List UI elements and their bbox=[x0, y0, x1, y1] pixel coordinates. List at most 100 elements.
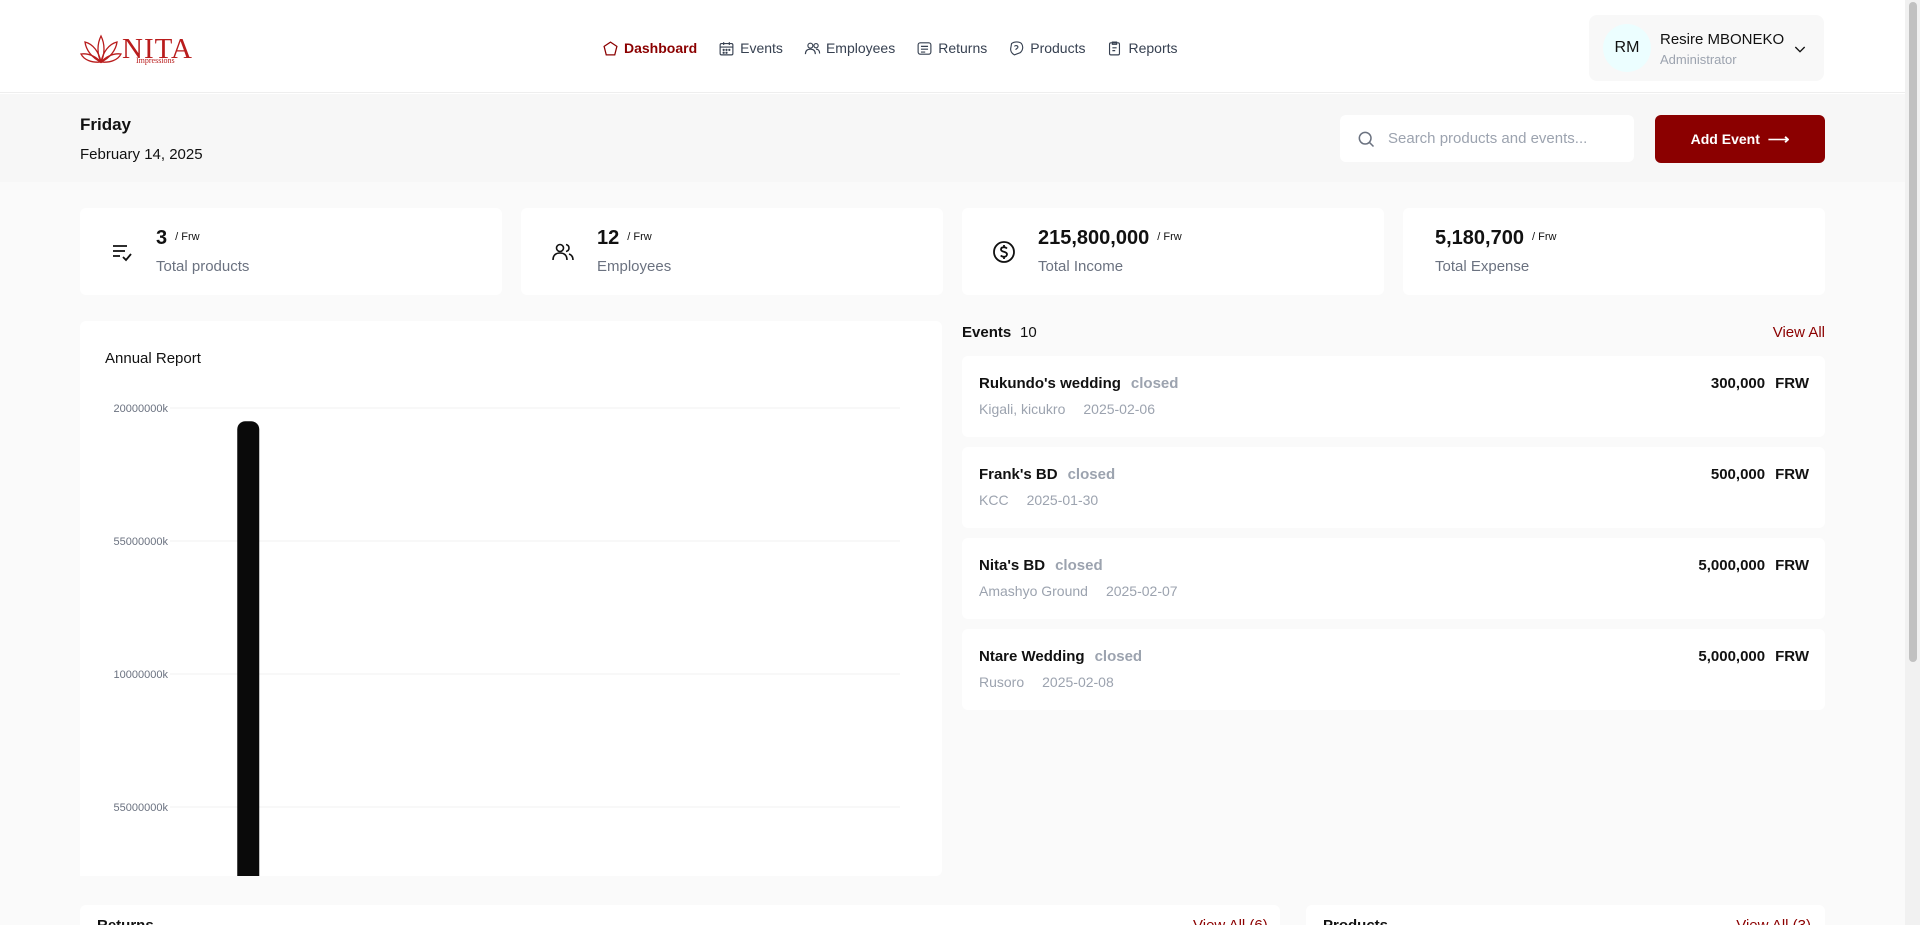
returns-icon bbox=[917, 41, 932, 55]
search-icon bbox=[1358, 131, 1375, 147]
event-date: 2025-02-08 bbox=[1042, 674, 1114, 690]
current-date: February 14, 2025 bbox=[80, 146, 203, 163]
products-card: Products View All (3) bbox=[1306, 905, 1825, 925]
event-name-row: Ntare Wedding closed bbox=[979, 648, 1142, 665]
stat-value: 3/ Frw bbox=[156, 227, 200, 249]
event-amount: 300,000 FRW bbox=[1710, 375, 1809, 392]
event-status: closed bbox=[1067, 466, 1116, 483]
users-icon bbox=[804, 42, 821, 54]
event-name-row: Frank's BD closed bbox=[979, 466, 1115, 483]
stat-value: 215,800,000/ Frw bbox=[1038, 227, 1182, 249]
event-meta: Amashyo Ground 2025-02-07 bbox=[979, 583, 1178, 599]
current-day: Friday bbox=[80, 115, 132, 134]
y-tick-label: 55000000k bbox=[114, 802, 169, 814]
stat-label: Total Income bbox=[1038, 258, 1124, 275]
event-location: Rusoro bbox=[979, 674, 1025, 690]
products-title: Products bbox=[1323, 917, 1388, 925]
add-event-label: Add Event bbox=[1690, 131, 1760, 147]
nav-item-label: Reports bbox=[1128, 40, 1178, 56]
reports-icon bbox=[1109, 41, 1121, 55]
products-view-all-link[interactable]: View All (3) bbox=[1736, 917, 1811, 925]
events-view-all-link[interactable]: View All bbox=[1773, 324, 1825, 341]
y-label-clip bbox=[80, 381, 104, 876]
stat-card-income: 215,800,000/ Frw Total Income bbox=[962, 208, 1384, 295]
stat-value: 12/ Frw bbox=[597, 227, 652, 249]
nav-item-label: Returns bbox=[938, 40, 988, 56]
stat-label: Total Expense bbox=[1435, 258, 1530, 275]
event-meta: Kigali, kicukro 2025-02-06 bbox=[979, 401, 1155, 417]
events-title: Events bbox=[962, 324, 1012, 341]
search-input[interactable] bbox=[1388, 130, 1618, 147]
event-date: 2025-02-07 bbox=[1105, 583, 1178, 599]
events-header: Events 10 View All bbox=[962, 324, 1825, 348]
user-name: Resire MBONEKO bbox=[1660, 31, 1785, 48]
brand-logo[interactable]: NITA Impressions bbox=[80, 29, 200, 69]
event-location: Kigali, kicukro bbox=[979, 401, 1066, 417]
calendar-icon bbox=[719, 41, 734, 55]
event-item[interactable]: Rukundo's wedding closed Kigali, kicukro 2… bbox=[962, 356, 1825, 437]
nav-item-label: Dashboard bbox=[624, 40, 698, 56]
search-box bbox=[1340, 115, 1634, 162]
nav-item-employees[interactable]: Employees bbox=[804, 40, 895, 57]
stat-label: Total products bbox=[156, 258, 250, 275]
event-name: Frank's BD bbox=[979, 466, 1058, 483]
y-tick-label: 10000000k bbox=[114, 669, 169, 681]
returns-card-header: View All (6) bbox=[80, 905, 1280, 925]
page-header: Friday February 14, 2025 Add Event ⟶ bbox=[0, 94, 1905, 182]
stat-card-employees: 12/ Frw Employees bbox=[521, 208, 943, 295]
nav-item-label: Products bbox=[1030, 40, 1086, 56]
event-status: closed bbox=[1130, 375, 1179, 392]
nav-item-label: Employees bbox=[825, 40, 896, 56]
stat-card-products: 3/ Frw Total products bbox=[80, 208, 502, 295]
stat-card-expense: 5,180,700/ Frw Total Expense bbox=[1403, 208, 1825, 295]
event-name-row: Nita's BD closed bbox=[979, 557, 1103, 574]
event-name: Rukundo's wedding bbox=[979, 375, 1121, 392]
users-icon bbox=[552, 243, 574, 261]
stat-value: 5,180,700/ Frw bbox=[1435, 227, 1557, 249]
lotus-icon bbox=[80, 34, 122, 64]
dollar-circle-icon bbox=[993, 241, 1015, 263]
chart-bar bbox=[237, 421, 260, 876]
nav-item-returns[interactable]: Returns bbox=[916, 40, 987, 57]
dashboard-content: 3/ Frw Total products 12/ Frw Employees … bbox=[0, 182, 1905, 925]
event-status: closed bbox=[1094, 648, 1143, 665]
chevron-down-icon[interactable] bbox=[1792, 41, 1808, 57]
event-name-row: Rukundo's wedding closed bbox=[979, 375, 1178, 392]
nav-item-label: Events bbox=[740, 40, 783, 56]
events-count: 10 bbox=[1020, 324, 1037, 341]
nav-item-events[interactable]: Events bbox=[718, 40, 783, 57]
brand-subtitle: Impressions bbox=[136, 56, 175, 65]
annual-report-card: Annual Report 0k55000000k10000000k550000… bbox=[80, 321, 942, 876]
page-scrollbar[interactable] bbox=[1905, 0, 1920, 925]
y-tick-label: 20000000k bbox=[114, 403, 169, 415]
event-amount: 500,000 FRW bbox=[1710, 466, 1809, 483]
event-item[interactable]: Frank's BD closed KCC 2025-01-30 500,000 FR… bbox=[962, 447, 1825, 528]
avatar: RM bbox=[1603, 24, 1651, 72]
list-check-icon bbox=[113, 245, 132, 262]
annual-report-chart: 0k55000000k10000000k55000000k20000000kJa… bbox=[80, 381, 900, 876]
nav-item-reports[interactable]: Reports bbox=[1106, 40, 1178, 57]
scrollbar-thumb[interactable] bbox=[1909, 2, 1917, 662]
nav-item-products[interactable]: Products bbox=[1008, 40, 1085, 57]
event-meta: Rusoro 2025-02-08 bbox=[979, 674, 1114, 690]
event-item[interactable]: Ntare Wedding closed Rusoro 2025-02-08 5,0… bbox=[962, 629, 1825, 710]
event-name: Ntare Wedding bbox=[979, 648, 1085, 665]
products-icon bbox=[1010, 40, 1024, 55]
arrow-right-icon: ⟶ bbox=[1767, 131, 1790, 148]
add-event-button[interactable]: Add Event ⟶ bbox=[1655, 115, 1825, 163]
event-amount: 5,000,000 FRW bbox=[1698, 648, 1809, 665]
event-meta: KCC 2025-01-30 bbox=[979, 492, 1098, 508]
user-menu[interactable]: RM Resire MBONEKO Administrator bbox=[1589, 15, 1824, 81]
event-location: KCC bbox=[979, 492, 1009, 508]
home-icon bbox=[603, 40, 618, 56]
event-name: Nita's BD bbox=[979, 557, 1046, 574]
event-date: 2025-01-30 bbox=[1026, 492, 1099, 508]
event-item[interactable]: Nita's BD closed Amashyo Ground 2025-02-07… bbox=[962, 538, 1825, 619]
main-nav: Dashboard Events Employees Returns Produ… bbox=[602, 38, 1199, 58]
nav-item-dashboard[interactable]: Dashboard bbox=[602, 40, 697, 57]
event-amount: 5,000,000 FRW bbox=[1698, 557, 1809, 574]
y-tick-label: 55000000k bbox=[114, 536, 169, 548]
event-date: 2025-02-06 bbox=[1083, 401, 1155, 417]
event-status: closed bbox=[1055, 557, 1103, 574]
stat-label: Employees bbox=[597, 258, 672, 275]
